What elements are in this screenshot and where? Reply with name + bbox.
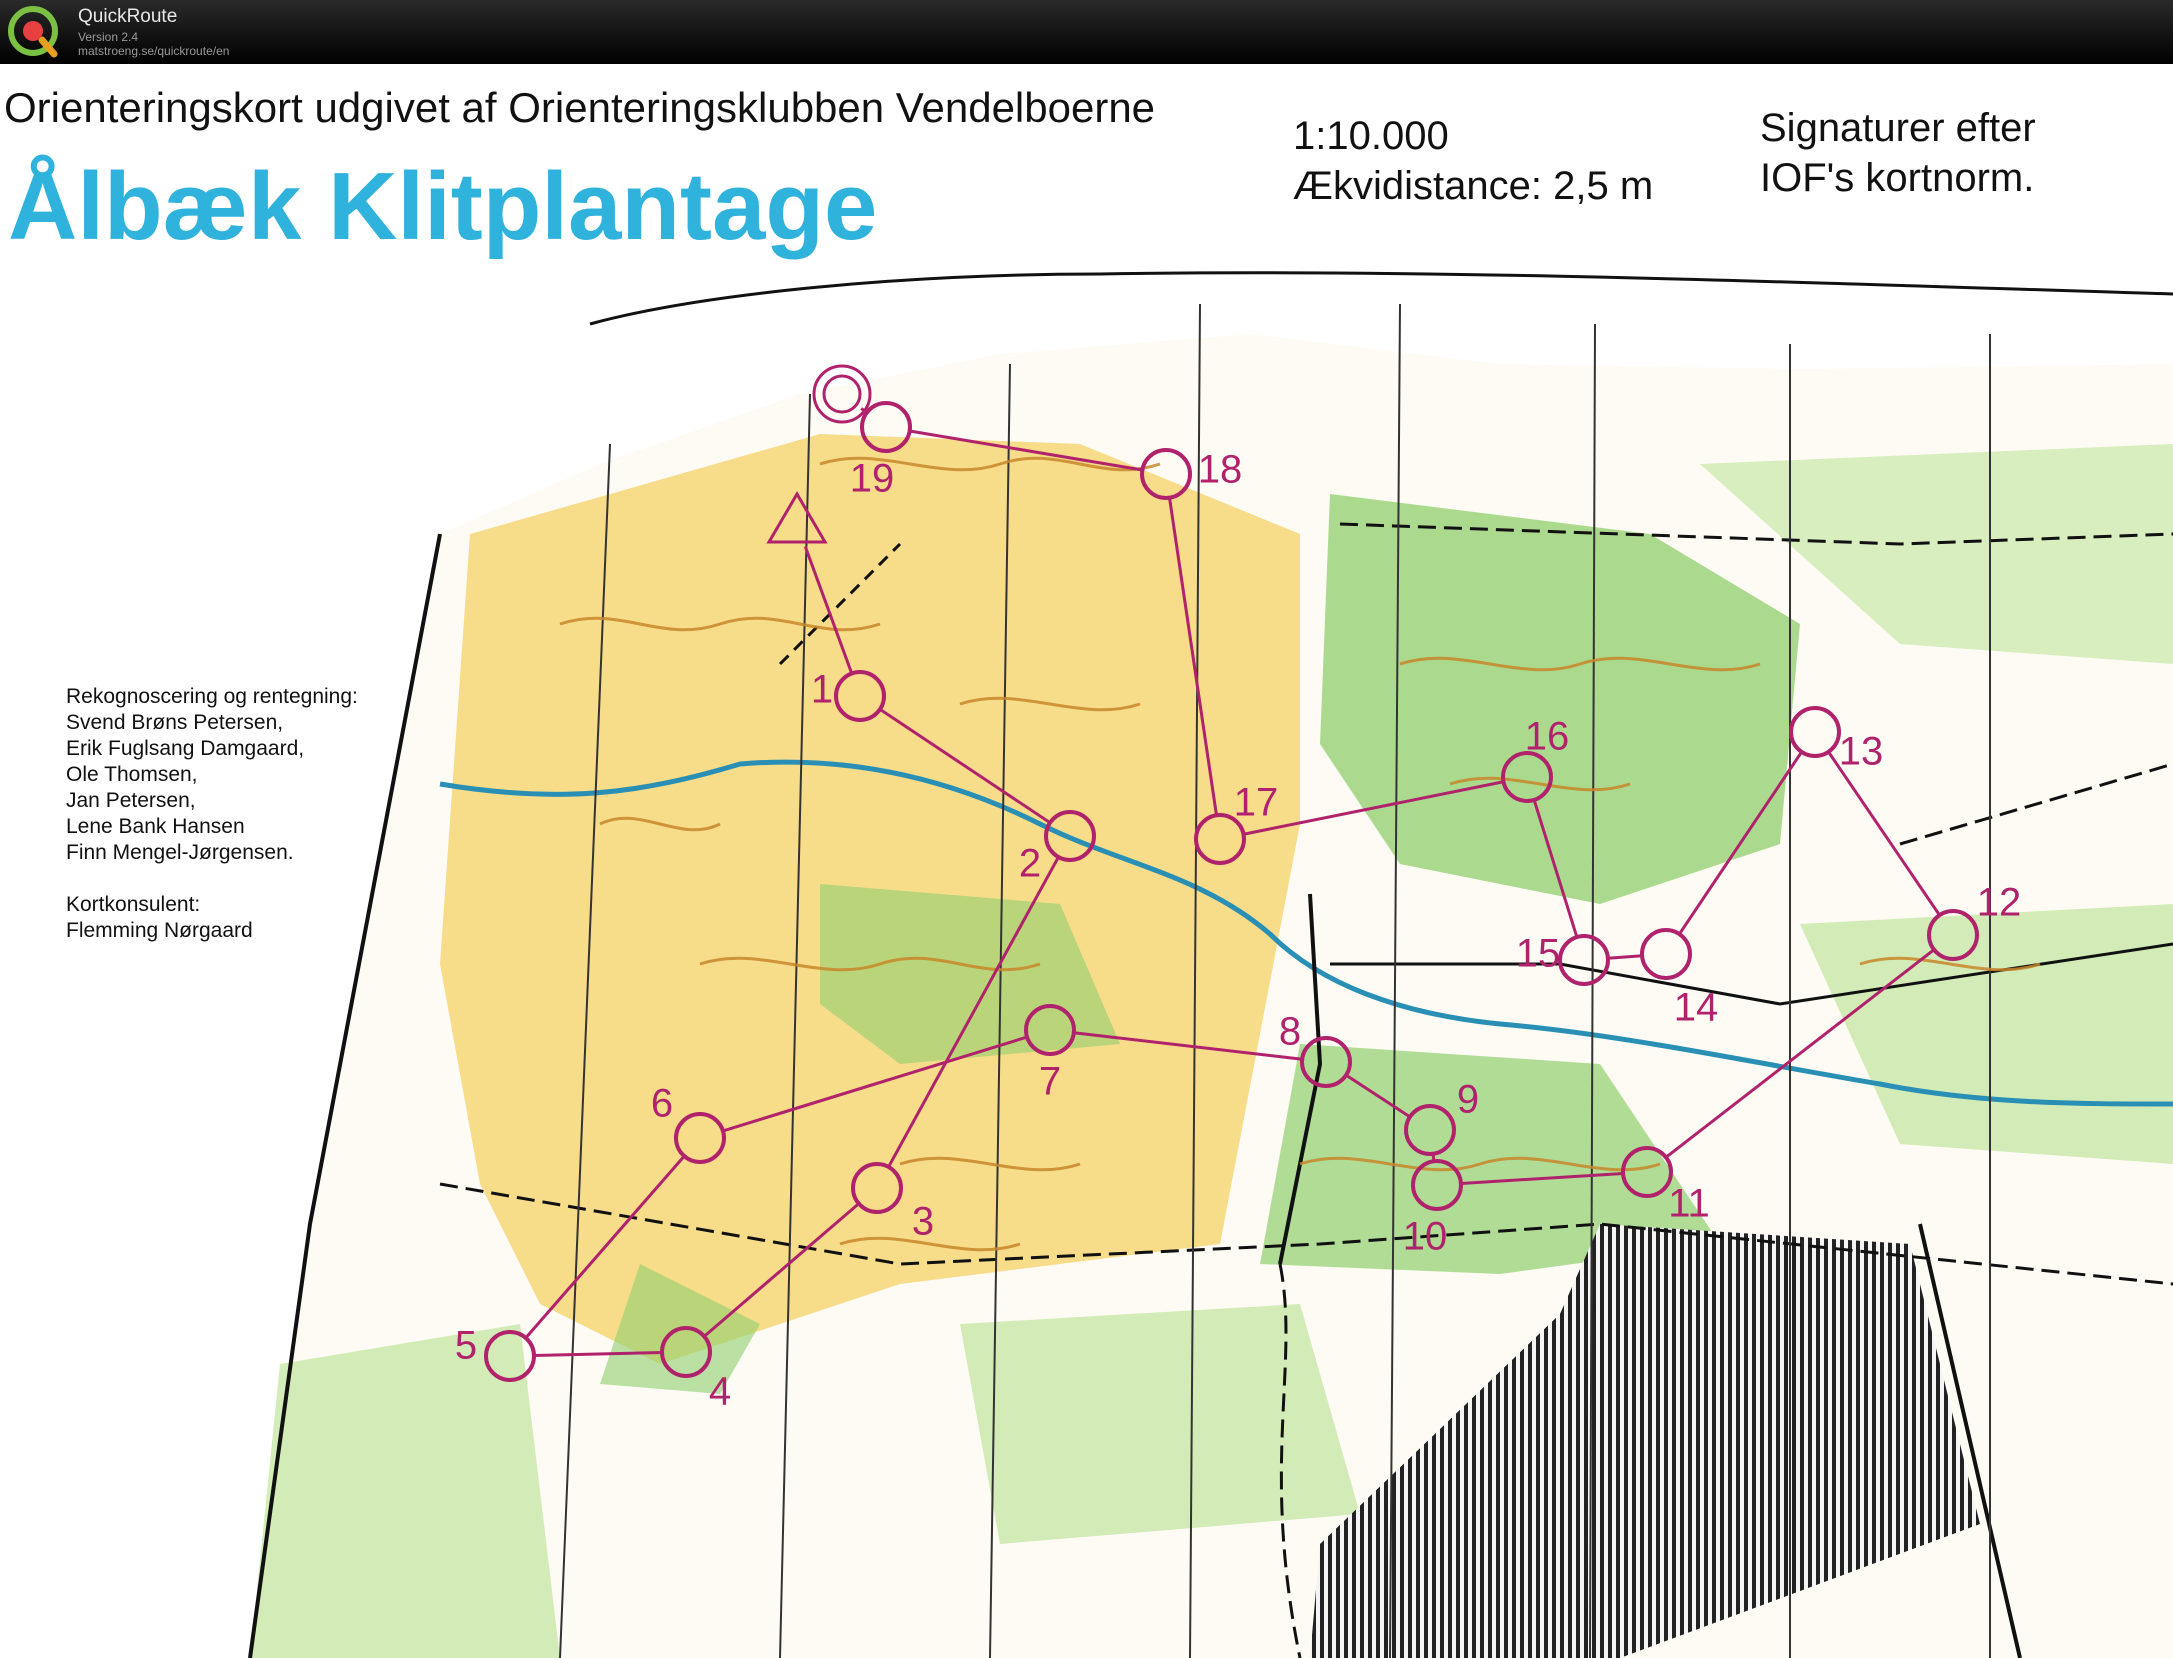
map-scale: 1:10.000 bbox=[1293, 114, 1449, 158]
control-number: 17 bbox=[1233, 780, 1279, 825]
app-version: Version 2.4 bbox=[78, 30, 139, 44]
contour-interval: Ækvidistance: 2,5 m bbox=[1293, 164, 1654, 208]
control-number: 8 bbox=[1278, 1009, 1302, 1054]
control-number: 16 bbox=[1524, 714, 1570, 759]
control-number: 19 bbox=[849, 456, 895, 501]
app-url: matstroeng.se/quickroute/en bbox=[78, 44, 230, 58]
surveyor-name: Finn Mengel-Jørgensen. bbox=[66, 841, 294, 864]
control-number: 14 bbox=[1673, 985, 1719, 1030]
symbols-note-line2: IOF's kortnorm. bbox=[1760, 156, 2035, 200]
symbols-note-line1: Signaturer efter bbox=[1760, 106, 2036, 150]
control-number: 13 bbox=[1838, 729, 1884, 774]
app-titlebar: QuickRoute Version 2.4 matstroeng.se/qui… bbox=[0, 0, 2173, 64]
forest-area bbox=[250, 1324, 560, 1658]
map-title: Ålbæk Klitplantage bbox=[8, 153, 878, 260]
control-number: 6 bbox=[650, 1081, 674, 1126]
control-number: 10 bbox=[1402, 1214, 1448, 1259]
surveyor-name: Jan Petersen, bbox=[66, 789, 196, 812]
survey-heading: Rekognoscering og rentegning: bbox=[66, 685, 358, 708]
consultant-heading: Kortkonsulent: bbox=[66, 893, 201, 916]
forest-area bbox=[960, 1304, 1360, 1544]
consultant-name: Flemming Nørgaard bbox=[66, 919, 253, 942]
app-name: QuickRoute bbox=[78, 6, 178, 27]
control-number: 11 bbox=[1668, 1181, 1710, 1226]
map-header: Orienteringskort udgivet af Orienterings… bbox=[4, 84, 1156, 131]
control-number: 15 bbox=[1515, 931, 1561, 976]
surveyor-name: Erik Fuglsang Damgaard, bbox=[66, 737, 305, 760]
quickroute-logo-icon bbox=[8, 6, 58, 58]
control-number: 12 bbox=[1976, 880, 2022, 925]
map-credits: Rekognoscering og rentegning: Svend Brøn… bbox=[66, 684, 358, 944]
orienteering-map[interactable]: Orienteringskort udgivet af Orienterings… bbox=[0, 64, 2173, 1658]
surveyor-name: Svend Brøns Petersen, bbox=[66, 711, 284, 734]
control-number: 5 bbox=[454, 1323, 478, 1368]
control-number: 4 bbox=[708, 1369, 732, 1414]
control-number: 18 bbox=[1197, 447, 1243, 492]
control-number: 9 bbox=[1456, 1077, 1480, 1122]
control-number: 1 bbox=[810, 667, 834, 712]
coastline bbox=[589, 271, 2173, 326]
surveyor-name: Ole Thomsen, bbox=[66, 763, 198, 786]
control-number: 3 bbox=[911, 1199, 935, 1244]
surveyor-name: Lene Bank Hansen bbox=[66, 815, 245, 838]
control-number: 2 bbox=[1018, 841, 1042, 886]
control-number: 7 bbox=[1038, 1059, 1062, 1104]
